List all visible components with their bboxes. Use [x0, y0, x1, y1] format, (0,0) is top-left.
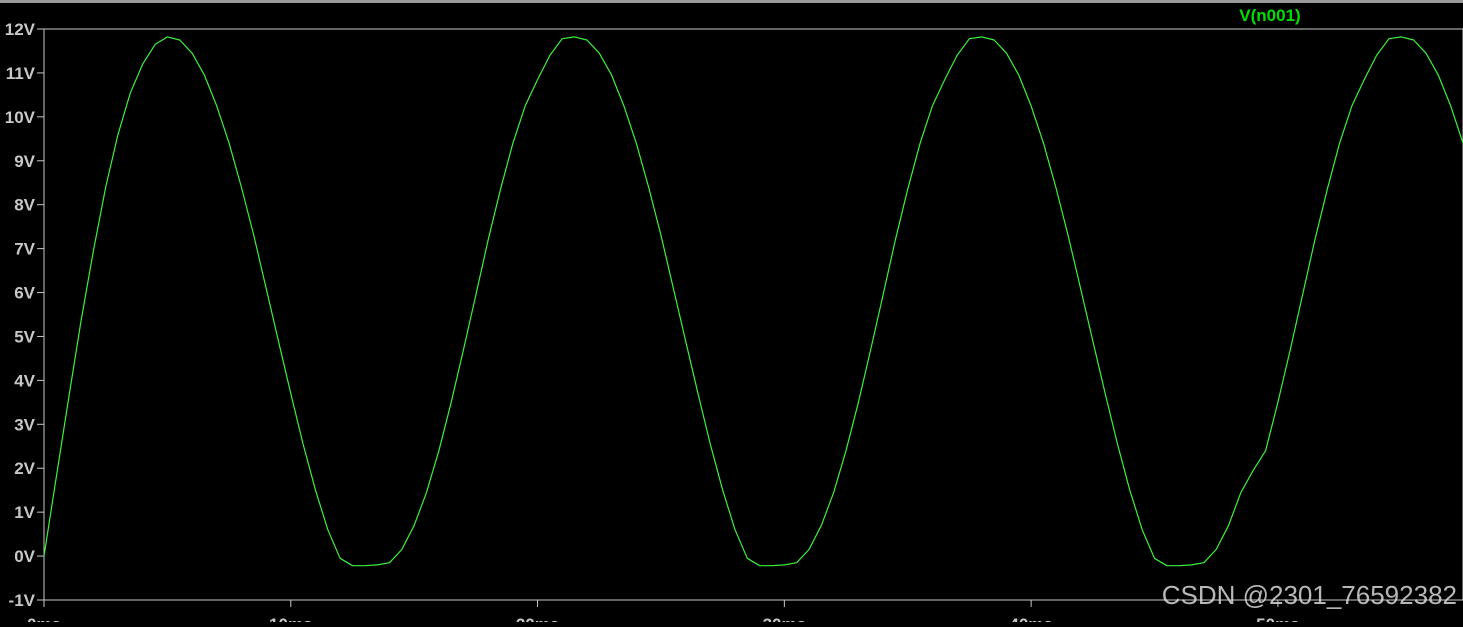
legend-label-v-n001[interactable]: V(n001)	[1239, 6, 1300, 25]
y-tick-label: 8V	[14, 196, 35, 215]
y-tick-label: -1V	[9, 591, 36, 610]
y-tick-label: 5V	[14, 327, 35, 346]
y-tick-label: 2V	[14, 459, 35, 478]
y-tick-label: 10V	[5, 108, 36, 127]
watermark-text: CSDN @2301_76592382	[1162, 580, 1457, 610]
x-tick-label: 40ms	[1009, 615, 1052, 622]
plot-background	[0, 0, 1463, 622]
y-tick-label: 12V	[5, 20, 36, 39]
y-tick-label: 4V	[14, 371, 35, 390]
waveform-plot: 12V 11V 10V 9V 8V 7V 6V 5V 4V 3V 2V 1V 0V -1V 0ms 10ms 2…	[0, 0, 1463, 627]
x-tick-label: 30ms	[763, 615, 806, 622]
y-tick-label: 9V	[14, 152, 35, 171]
legend[interactable]: V(n001)	[1239, 6, 1300, 25]
x-tick-label: 20ms	[516, 615, 559, 622]
y-tick-label: 3V	[14, 415, 35, 434]
y-tick-label: 6V	[14, 284, 35, 303]
y-tick-label: 7V	[14, 240, 35, 259]
x-tick-label: 10ms	[269, 615, 312, 622]
y-tick-label: 1V	[14, 503, 35, 522]
plot-canvas: 12V 11V 10V 9V 8V 7V 6V 5V 4V 3V 2V 1V 0V -1V 0ms 10ms 2…	[0, 0, 1463, 627]
y-tick-label: 0V	[14, 547, 35, 566]
y-tick-label: 11V	[6, 64, 36, 83]
x-tick-label: 50ms	[1256, 615, 1299, 622]
x-tick-label: 0ms	[27, 615, 61, 622]
